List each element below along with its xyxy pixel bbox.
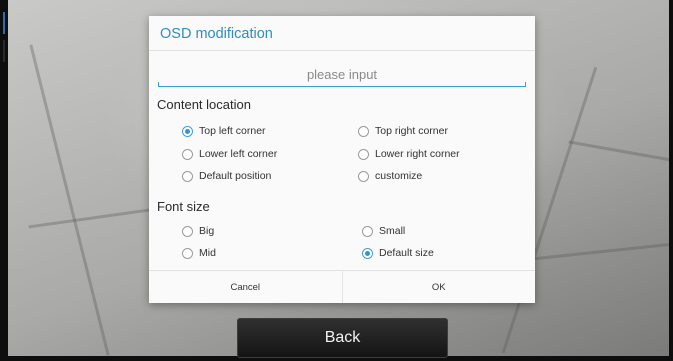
ok-button[interactable]: OK <box>343 271 536 303</box>
radio-unchecked-icon <box>358 148 369 160</box>
option-font-big[interactable]: Big <box>182 225 214 237</box>
radio-unchecked-icon <box>182 247 193 259</box>
left-edge-bar <box>0 0 8 361</box>
radio-unchecked-icon <box>358 125 369 137</box>
option-label: Small <box>379 225 406 237</box>
edge-indicator <box>3 40 5 62</box>
floor-tile-line <box>528 242 673 261</box>
osd-text-field <box>158 63 526 87</box>
option-font-mid[interactable]: Mid <box>182 247 216 259</box>
dialog-button-row: Cancel OK <box>149 270 535 303</box>
option-label: Lower left corner <box>199 148 278 160</box>
option-label: Top left corner <box>199 125 266 137</box>
dialog-title: OSD modification <box>149 16 535 51</box>
option-label: customize <box>375 170 423 182</box>
cancel-button[interactable]: Cancel <box>149 271 343 303</box>
option-font-default-size[interactable]: Default size <box>362 247 434 259</box>
font-size-label: Font size <box>157 199 210 214</box>
floor-tile-line <box>568 140 673 163</box>
radio-checked-icon <box>182 125 193 137</box>
radio-checked-icon <box>362 247 373 259</box>
option-top-right-corner[interactable]: Top right corner <box>358 125 448 137</box>
osd-dialog: OSD modification Content location Top le… <box>149 16 535 303</box>
option-label: Lower right corner <box>375 148 460 160</box>
option-label: Mid <box>199 247 216 259</box>
content-location-label: Content location <box>157 97 251 112</box>
right-edge-bar <box>669 0 673 361</box>
camera-screen: OSD modification Content location Top le… <box>0 0 673 361</box>
radio-unchecked-icon <box>182 148 193 160</box>
option-default-position[interactable]: Default position <box>182 170 271 182</box>
floor-tile-line <box>29 44 110 356</box>
radio-unchecked-icon <box>362 225 373 237</box>
option-lower-left-corner[interactable]: Lower left corner <box>182 148 277 160</box>
osd-text-input[interactable] <box>158 63 526 86</box>
radio-unchecked-icon <box>182 170 193 182</box>
option-label: Big <box>199 225 215 237</box>
radio-unchecked-icon <box>358 170 369 182</box>
option-font-small[interactable]: Small <box>362 225 405 237</box>
edge-indicator <box>3 12 5 34</box>
option-lower-right-corner[interactable]: Lower right corner <box>358 148 460 160</box>
option-top-left-corner[interactable]: Top left corner <box>182 125 266 137</box>
radio-unchecked-icon <box>182 225 193 237</box>
option-label: Top right corner <box>375 125 448 137</box>
option-customize[interactable]: customize <box>358 170 422 182</box>
option-label: Default position <box>199 170 272 182</box>
option-label: Default size <box>379 247 434 259</box>
back-button[interactable]: Back <box>237 318 448 358</box>
